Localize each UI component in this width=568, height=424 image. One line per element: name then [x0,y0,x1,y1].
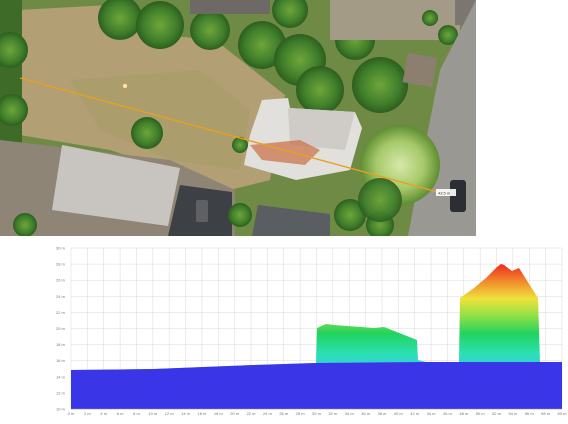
tree [190,10,230,50]
y-tick-label: 10 m [56,407,66,412]
tree [352,57,408,113]
x-tick-label: 40 m [394,411,404,416]
y-tick-label: 26 m [56,278,66,283]
x-tick-label: 18 m [214,411,224,416]
x-tick-label: 10 m [148,411,158,416]
x-tick-label: 54 m [508,411,518,416]
y-tick-label: 20 m [56,326,66,331]
x-tick-label: 44 m [427,411,437,416]
aerial-orthophoto: 43.5 m [0,0,476,236]
x-tick-label: 30 m [312,411,322,416]
x-tick-label: 32 m [328,411,338,416]
y-tick-label: 28 m [56,262,66,267]
y-tick-label: 30 m [56,246,66,251]
x-tick-label: 24 m [263,411,273,416]
x-tick-label: 0 m [68,411,75,416]
measurement-label: 43.5 m [438,191,451,196]
x-tick-label: 8 m [133,411,140,416]
x-tick-label: 6 m [117,411,124,416]
x-tick-label: 52 m [492,411,502,416]
x-tick-label: 38 m [378,411,388,416]
y-tick-label: 14 m [56,374,66,379]
x-tick-label: 22 m [247,411,257,416]
tree [296,66,344,114]
x-tick-label: 50 m [476,411,486,416]
measurement-start-point[interactable] [122,83,128,89]
y-tick-label: 22 m [56,310,66,315]
y-tick-label: 18 m [56,342,66,347]
x-tick-label: 28 m [296,411,306,416]
y-tick-label: 16 m [56,358,66,363]
large-tree-shade [358,178,402,222]
y-tick-label: 24 m [56,294,66,299]
tree [13,213,37,236]
x-tick-label: 48 m [459,411,469,416]
x-tick-label: 12 m [165,411,175,416]
tree [422,10,438,26]
elevation-profile: 30 m 28 m 26 m 24 m 22 m 20 m 18 m 16 m 14 m 12 m… [54,238,568,424]
y-tick-label: 12 m [56,390,66,395]
tree [228,203,252,227]
x-tick-label: 14 m [181,411,191,416]
lot-shrub [131,117,163,149]
car [196,200,208,222]
x-tick-label: 36 m [361,411,371,416]
x-tick-label: 20 m [230,411,240,416]
x-tick-label: 58 m [541,411,551,416]
x-tick-label: 56 m [525,411,535,416]
x-tick-label: 4 m [100,411,107,416]
x-tick-label: 16 m [197,411,207,416]
x-tick-label: 42 m [410,411,420,416]
x-tick-label: 60 m [558,411,568,416]
x-tick-label: 2 m [84,411,91,416]
x-tick-label: 26 m [279,411,289,416]
x-tick-label: 34 m [345,411,355,416]
x-tick-label: 46 m [443,411,453,416]
tree [136,1,184,49]
neighbour-roof [190,0,270,14]
neighbour-roof [402,52,438,88]
